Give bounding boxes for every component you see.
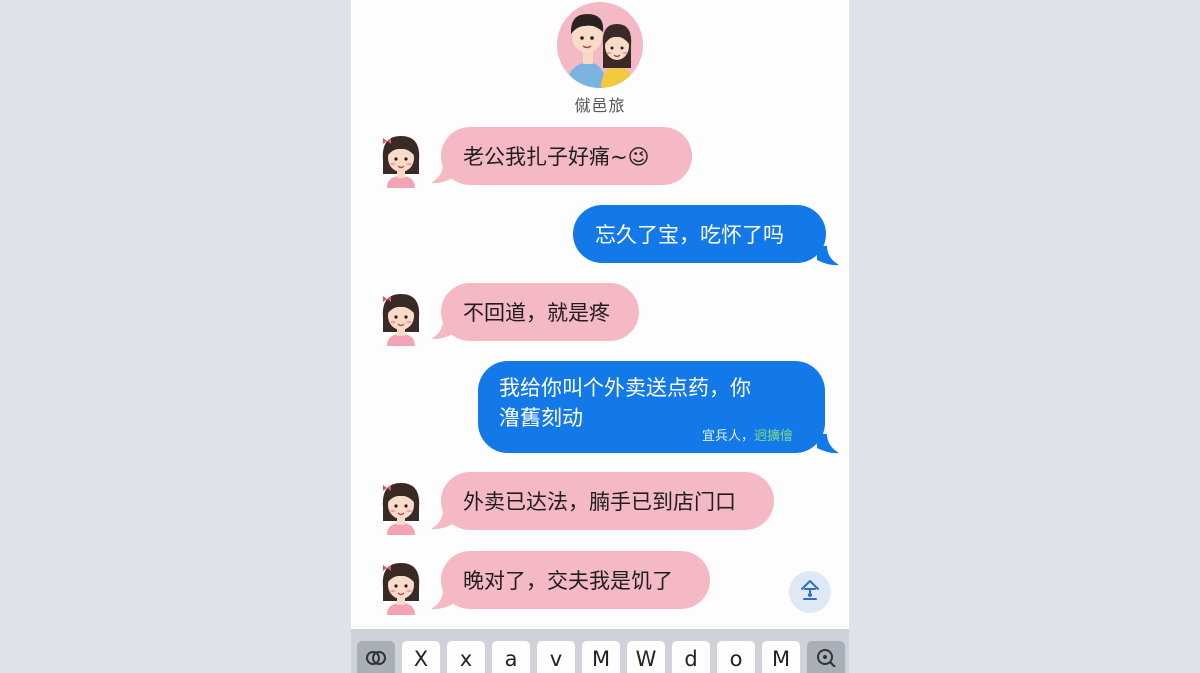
keyboard-key[interactable]: o <box>717 641 755 673</box>
message-text: 忘久了宝，吃怀了吗 <box>595 223 784 247</box>
share-button[interactable] <box>789 571 831 613</box>
contact-avatar[interactable] <box>557 2 643 88</box>
message-text: 晚对了，交夫我是饥了 <box>463 569 673 593</box>
message-bubble-incoming[interactable]: 老公我扎子好痛~😉 <box>441 127 692 185</box>
sender-avatar[interactable] <box>375 555 427 616</box>
message-text-line: 我给你叫个外卖送点药，你 <box>499 376 751 400</box>
sender-avatar[interactable] <box>375 286 427 347</box>
keyboard-key[interactable]: d <box>672 641 710 673</box>
keyboard-key[interactable]: M <box>762 641 800 673</box>
search-icon <box>815 647 837 673</box>
keyboard-key[interactable]: M <box>582 641 620 673</box>
link-icon <box>365 647 387 673</box>
keyboard-key[interactable]: a <box>492 641 530 673</box>
share-icon <box>798 578 822 606</box>
chat-screen: 僦邑旅 老公我扎子好痛~😉 忘久了宝，吃怀了吗 不回道，就是疼 我给你叫个外卖送… <box>351 0 849 673</box>
message-meta-link[interactable]: 迥擴儈 <box>754 429 793 444</box>
keyboard: X x a v M W d o M <box>351 629 849 673</box>
message-text: 不回道，就是疼 <box>463 301 610 325</box>
message-bubble-incoming[interactable]: 晚对了，交夫我是饥了 <box>441 551 710 609</box>
message-bubble-incoming[interactable]: 外卖已达法，腩手已到店门口 <box>441 472 774 530</box>
sender-avatar[interactable] <box>375 475 427 536</box>
keyboard-key[interactable]: x <box>447 641 485 673</box>
sender-avatar[interactable] <box>375 128 427 189</box>
message-bubble-outgoing[interactable]: 忘久了宝，吃怀了吗 <box>573 205 826 263</box>
key-search[interactable] <box>807 641 845 673</box>
key-link[interactable] <box>357 641 395 673</box>
message-bubble-incoming[interactable]: 不回道，就是疼 <box>441 283 639 341</box>
keyboard-key[interactable]: X <box>402 641 440 673</box>
message-meta: 宜兵人，迥擴儈 <box>702 425 793 444</box>
message-text: 老公我扎子好痛~😉 <box>463 145 650 169</box>
message-text: 外卖已达法，腩手已到店门口 <box>463 490 736 514</box>
keyboard-key[interactable]: v <box>537 641 575 673</box>
contact-name: 僦邑旅 <box>574 96 626 115</box>
keyboard-key[interactable]: W <box>627 641 665 673</box>
message-meta-text: 宜兵人， <box>702 429 755 444</box>
